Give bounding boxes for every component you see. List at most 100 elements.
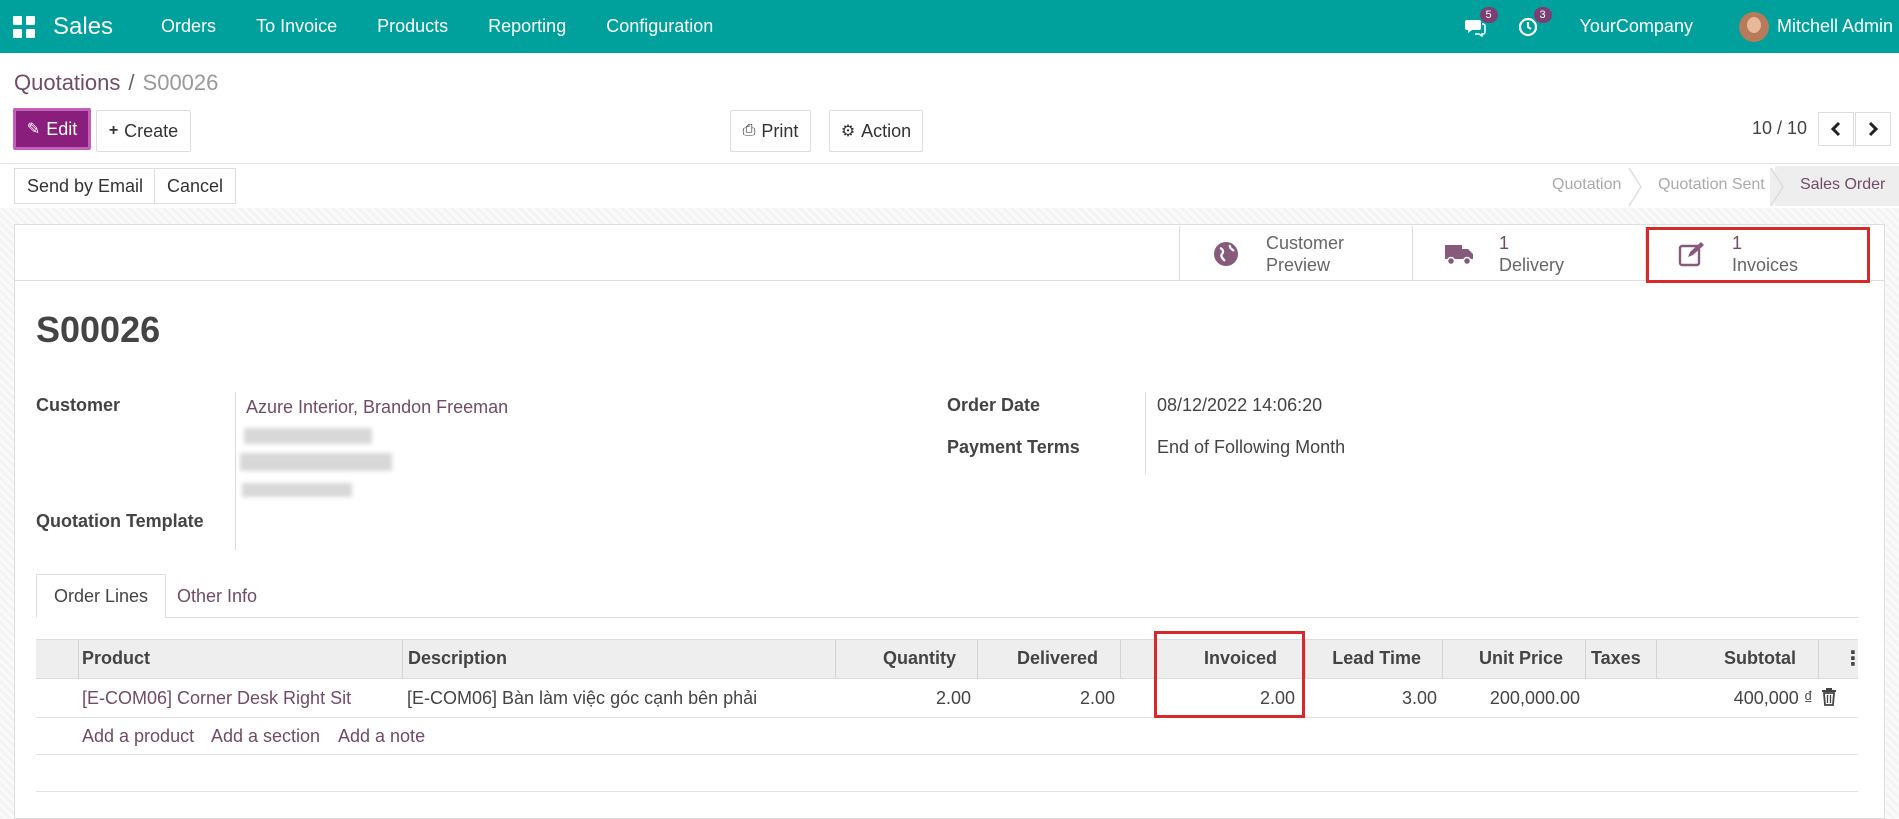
column-separator (835, 640, 836, 678)
add-note-link[interactable]: Add a note (338, 726, 425, 747)
field-separator (1145, 392, 1146, 474)
user-menu[interactable]: Mitchell Admin (1777, 16, 1893, 37)
order-date-value: 08/12/2022 14:06:20 (1157, 395, 1323, 415)
printer-icon: ⎙ (742, 122, 756, 139)
menu-reporting[interactable]: Reporting (468, 16, 586, 37)
row-quantity: 2.00 (935, 688, 971, 708)
row-divider (36, 754, 1858, 755)
row-unit-price: 200,000.00 (1489, 688, 1580, 708)
col-taxes[interactable]: Taxes (1591, 648, 1641, 669)
company-switcher[interactable]: YourCompany (1580, 16, 1693, 37)
col-quantity[interactable]: Quantity (840, 648, 956, 669)
stage-chevron-icon (1628, 168, 1642, 206)
invoiced-column-highlight-box (1154, 631, 1305, 718)
column-separator (78, 640, 79, 678)
create-button[interactable]: + Create (96, 110, 191, 152)
optional-columns-icon[interactable]: ⋮ (1843, 646, 1863, 671)
breadcrumb-current: S00026 (142, 70, 219, 95)
add-section-link[interactable]: Add a section (211, 726, 320, 747)
edit-label: Edit (46, 118, 78, 139)
row-product[interactable]: [E-COM06] Corner Desk Right Sit (82, 688, 351, 709)
chevron-left-icon (1830, 121, 1841, 137)
col-lead-time[interactable]: Lead Time (1310, 648, 1421, 669)
menu-configuration[interactable]: Configuration (586, 16, 733, 37)
customer-preview-line2: Preview (1266, 254, 1331, 275)
plus-icon: + (108, 122, 119, 139)
tab-other-info[interactable]: Other Info (160, 574, 274, 618)
record-title: S00026 (36, 309, 161, 350)
app-name[interactable]: Sales (53, 13, 113, 41)
send-by-email-button[interactable]: Send by Email (14, 168, 157, 204)
col-unit-price[interactable]: Unit Price (1447, 648, 1563, 669)
edit-button[interactable]: ✎ Edit (13, 108, 91, 150)
tabs-underline (36, 617, 1858, 618)
blurred-address-line (240, 453, 392, 471)
row-delivered: 2.00 (1079, 688, 1115, 708)
main-menu: Orders To Invoice Products Reporting Con… (141, 16, 733, 37)
menu-orders[interactable]: Orders (141, 16, 236, 37)
breadcrumb-separator: / (128, 70, 135, 95)
row-lead-time: 3.00 (1401, 688, 1437, 708)
column-separator (1818, 640, 1819, 678)
print-label: Print (761, 120, 799, 141)
messages-badge: 5 (1479, 6, 1498, 23)
cancel-button[interactable]: Cancel (154, 168, 237, 204)
customer-preview-button[interactable]: Customer Preview (1179, 226, 1411, 281)
customer-label: Customer (36, 395, 121, 415)
stage-quotation-sent[interactable]: Quotation Sent (1658, 176, 1765, 194)
apps-menu-icon[interactable] (13, 15, 35, 38)
blurred-address-line (244, 428, 372, 444)
column-separator (1442, 640, 1443, 678)
column-separator (1120, 640, 1121, 678)
print-button[interactable]: ⎙ Print (730, 110, 811, 152)
blurred-address-line (242, 483, 352, 497)
row-divider (36, 791, 1858, 792)
quotation-template-label: Quotation Template (36, 511, 204, 531)
gear-icon: ⚙ (840, 123, 856, 140)
payment-terms-value: End of Following Month (1157, 437, 1346, 457)
messages-button[interactable]: 5 (1464, 6, 1498, 39)
action-button[interactable]: ⚙ Action (829, 110, 923, 152)
activities-button[interactable]: 3 (1518, 6, 1552, 39)
stage-chevron-icon (1770, 168, 1784, 206)
delivery-label: Delivery (1499, 254, 1565, 275)
stage-quotation[interactable]: Quotation (1552, 176, 1621, 194)
col-delivered[interactable]: Delivered (982, 648, 1098, 669)
chevron-right-icon (1868, 121, 1879, 137)
add-product-link[interactable]: Add a product (82, 726, 194, 747)
field-separator (235, 392, 236, 550)
col-subtotal[interactable]: Subtotal (1660, 648, 1796, 669)
stage-sales-order[interactable]: Sales Order (1800, 176, 1885, 194)
pager-previous-button[interactable] (1818, 112, 1854, 146)
delivery-button[interactable]: 1 Delivery (1412, 226, 1644, 281)
column-separator (402, 640, 403, 678)
navbar-systray: 5 3 YourCompany Mitchell Admin (1464, 0, 1899, 53)
row-divider (36, 717, 1858, 718)
activities-badge: 3 (1533, 6, 1552, 23)
column-separator (1656, 640, 1657, 678)
col-product[interactable]: Product (82, 648, 150, 669)
delivery-count: 1 (1499, 232, 1510, 253)
trash-icon[interactable] (1821, 688, 1837, 706)
action-label: Action (861, 120, 912, 141)
column-separator (1585, 640, 1586, 678)
tab-order-lines[interactable]: Order Lines (36, 574, 167, 618)
column-separator (977, 640, 978, 678)
globe-icon (1206, 241, 1246, 267)
customer-link[interactable]: Azure Interior, Brandon Freeman (246, 397, 508, 418)
pager-value[interactable]: 10 / 10 (1752, 118, 1807, 139)
row-description: [E-COM06] Bàn làm việc góc cạnh bên phải (407, 688, 758, 708)
breadcrumb-quotations[interactable]: Quotations (14, 70, 120, 95)
column-separator (1305, 640, 1306, 678)
order-date-label: Order Date (947, 395, 1041, 415)
create-label: Create (124, 120, 179, 141)
truck-icon (1439, 242, 1479, 266)
menu-products[interactable]: Products (357, 16, 468, 37)
row-subtotal: 400,000 ₫ (1733, 688, 1813, 708)
payment-terms-label: Payment Terms (947, 437, 1080, 457)
col-description[interactable]: Description (408, 648, 507, 669)
user-avatar[interactable] (1738, 11, 1769, 42)
menu-to-invoice[interactable]: To Invoice (236, 16, 357, 37)
pager-next-button[interactable] (1855, 112, 1891, 146)
breadcrumb: Quotations / S00026 (14, 70, 218, 96)
